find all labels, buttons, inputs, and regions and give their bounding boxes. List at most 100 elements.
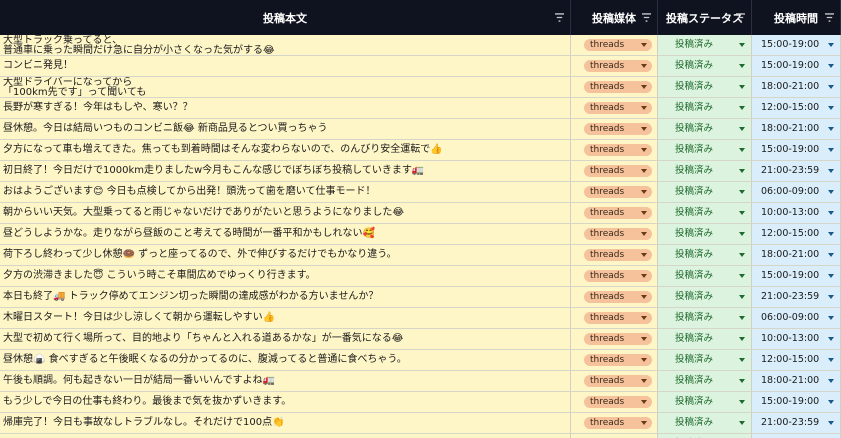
chevron-down-icon[interactable] — [739, 169, 745, 173]
media-cell[interactable]: threads — [571, 203, 658, 223]
status-cell[interactable]: 投稿済み — [658, 371, 752, 391]
media-cell[interactable]: threads — [571, 245, 658, 265]
status-cell[interactable]: 投稿済み — [658, 203, 752, 223]
chevron-down-icon[interactable] — [739, 337, 745, 341]
media-cell[interactable]: threads — [571, 287, 658, 307]
chevron-down-icon[interactable] — [739, 295, 745, 299]
status-cell[interactable]: 投稿済み — [658, 434, 752, 438]
time-cell[interactable]: 12:00-15:00 — [752, 350, 841, 370]
media-cell[interactable]: threads — [571, 329, 658, 349]
filter-icon[interactable] — [736, 13, 745, 22]
chevron-down-icon[interactable] — [828, 400, 834, 404]
status-cell[interactable]: 投稿済み — [658, 329, 752, 349]
chevron-down-icon[interactable] — [739, 400, 745, 404]
chevron-down-icon[interactable] — [828, 148, 834, 152]
header-status[interactable]: 投稿ステータス — [658, 0, 752, 35]
post-text-cell[interactable]: 夕方の渋滞きました😇 こういう時こそ車間広めでゆっくり行きます。 — [0, 266, 571, 286]
status-cell[interactable]: 投稿済み — [658, 350, 752, 370]
post-text-cell[interactable]: 大型ドライバーになってから 「100km先です」って聞いても — [0, 77, 571, 97]
header-media[interactable]: 投稿媒体 — [571, 0, 658, 35]
media-chip[interactable]: threads — [584, 333, 652, 345]
media-chip[interactable]: threads — [584, 81, 652, 93]
status-cell[interactable]: 投稿済み — [658, 140, 752, 160]
post-text-cell[interactable]: 昼休憩🍙 食べすぎると午後眠くなるの分かってるのに、腹減ってると普通に食べちゃう… — [0, 350, 571, 370]
media-chip[interactable]: threads — [584, 144, 652, 156]
post-text-cell[interactable]: 午後も順調。何も起きない一日が結局一番いいんですよね🚛 — [0, 371, 571, 391]
status-cell[interactable]: 投稿済み — [658, 77, 752, 97]
chevron-down-icon[interactable] — [828, 85, 834, 89]
chevron-down-icon[interactable] — [739, 274, 745, 278]
time-cell[interactable]: 06:00-09:00 — [752, 308, 841, 328]
media-cell[interactable]: threads — [571, 182, 658, 202]
chevron-down-icon[interactable] — [828, 64, 834, 68]
chevron-down-icon[interactable] — [828, 274, 834, 278]
media-cell[interactable]: threads — [571, 140, 658, 160]
media-cell[interactable]: threads — [571, 77, 658, 97]
post-text-cell[interactable]: 初日終了！今日だけで1000km走りましたw今月もこんな感じでぼちぼち投稿してい… — [0, 161, 571, 181]
post-text-cell[interactable]: 本日も終了🚚 トラック停めてエンジン切った瞬間の達成感がわかる方いませんか？ — [0, 287, 571, 307]
time-cell[interactable]: 18:00-21:00 — [752, 245, 841, 265]
status-cell[interactable]: 投稿済み — [658, 308, 752, 328]
time-cell[interactable]: 21:00-23:59 — [752, 287, 841, 307]
media-cell[interactable]: threads — [571, 308, 658, 328]
chevron-down-icon[interactable] — [828, 106, 834, 110]
status-cell[interactable]: 投稿済み — [658, 245, 752, 265]
chevron-down-icon[interactable] — [828, 379, 834, 383]
media-cell[interactable]: threads — [571, 224, 658, 244]
media-chip[interactable]: threads — [584, 228, 652, 240]
time-cell[interactable]: 21:00-23:59 — [752, 161, 841, 181]
time-cell[interactable]: 12:00-15:00 — [752, 98, 841, 118]
time-cell[interactable]: 10:00-13:00 — [752, 329, 841, 349]
status-cell[interactable]: 投稿済み — [658, 161, 752, 181]
media-chip[interactable]: threads — [584, 417, 652, 429]
chevron-down-icon[interactable] — [828, 169, 834, 173]
media-chip[interactable]: threads — [584, 165, 652, 177]
chevron-down-icon[interactable] — [739, 379, 745, 383]
chevron-down-icon[interactable] — [739, 316, 745, 320]
media-chip[interactable]: threads — [584, 207, 652, 219]
media-chip[interactable]: threads — [584, 60, 652, 72]
time-cell[interactable]: 12:00-15:00 — [752, 224, 841, 244]
post-text-cell[interactable]: 荷下ろし終わって少し休憩🍩 ずっと座ってるので、外で伸びするだけでもかなり違う。 — [0, 245, 571, 265]
post-text-cell[interactable]: 昼休憩。今日は結局いつものコンビニ飯😂 新商品見るとつい買っちゃう — [0, 119, 571, 139]
chevron-down-icon[interactable] — [828, 232, 834, 236]
chevron-down-icon[interactable] — [828, 211, 834, 215]
time-cell[interactable]: 18:00-21:00 — [752, 119, 841, 139]
header-time[interactable]: 投稿時間 — [752, 0, 841, 35]
time-cell[interactable]: 18:00-21:00 — [752, 77, 841, 97]
post-text-cell[interactable]: 大型で初めて行く場所って、目的地より「ちゃんと入れる道あるかな」が一番気になる😂 — [0, 329, 571, 349]
post-text-cell[interactable]: コンビニ発見！ — [0, 56, 571, 76]
post-text-cell[interactable]: もう少しで今日の仕事も終わり。最後まで気を抜かずいきます。 — [0, 392, 571, 412]
status-cell[interactable]: 投稿済み — [658, 98, 752, 118]
time-cell[interactable]: 18:00-21:00 — [752, 371, 841, 391]
status-cell[interactable]: 投稿済み — [658, 287, 752, 307]
media-cell[interactable]: threads — [571, 35, 658, 55]
header-text[interactable]: 投稿本文 — [0, 0, 571, 35]
time-cell[interactable]: 06:00-09:00 — [752, 182, 841, 202]
chevron-down-icon[interactable] — [739, 127, 745, 131]
status-cell[interactable]: 投稿済み — [658, 56, 752, 76]
chevron-down-icon[interactable] — [739, 190, 745, 194]
post-text-cell[interactable]: 大型トラック乗ってると、 普通車に乗った瞬間だけ急に自分が小さくなった気がする😂 — [0, 35, 571, 55]
chevron-down-icon[interactable] — [739, 64, 745, 68]
media-chip[interactable]: threads — [584, 102, 652, 114]
chevron-down-icon[interactable] — [739, 253, 745, 257]
chevron-down-icon[interactable] — [739, 85, 745, 89]
media-cell[interactable]: threads — [571, 266, 658, 286]
chevron-down-icon[interactable] — [828, 337, 834, 341]
time-cell[interactable]: 10:00-13:00 — [752, 203, 841, 223]
chevron-down-icon[interactable] — [828, 190, 834, 194]
status-cell[interactable]: 投稿済み — [658, 119, 752, 139]
media-cell[interactable]: threads — [571, 434, 658, 438]
chevron-down-icon[interactable] — [828, 295, 834, 299]
time-cell[interactable]: 06:00-09:00 — [752, 434, 841, 438]
media-chip[interactable]: threads — [584, 123, 652, 135]
chevron-down-icon[interactable] — [739, 211, 745, 215]
media-cell[interactable]: threads — [571, 350, 658, 370]
time-cell[interactable]: 21:00-23:59 — [752, 413, 841, 433]
media-chip[interactable]: threads — [584, 396, 652, 408]
media-chip[interactable]: threads — [584, 354, 652, 366]
media-cell[interactable]: threads — [571, 119, 658, 139]
chevron-down-icon[interactable] — [739, 106, 745, 110]
post-text-cell[interactable]: 夕方になって車も増えてきた。焦っても到着時間はそんな変わらないので、のんびり安全… — [0, 140, 571, 160]
